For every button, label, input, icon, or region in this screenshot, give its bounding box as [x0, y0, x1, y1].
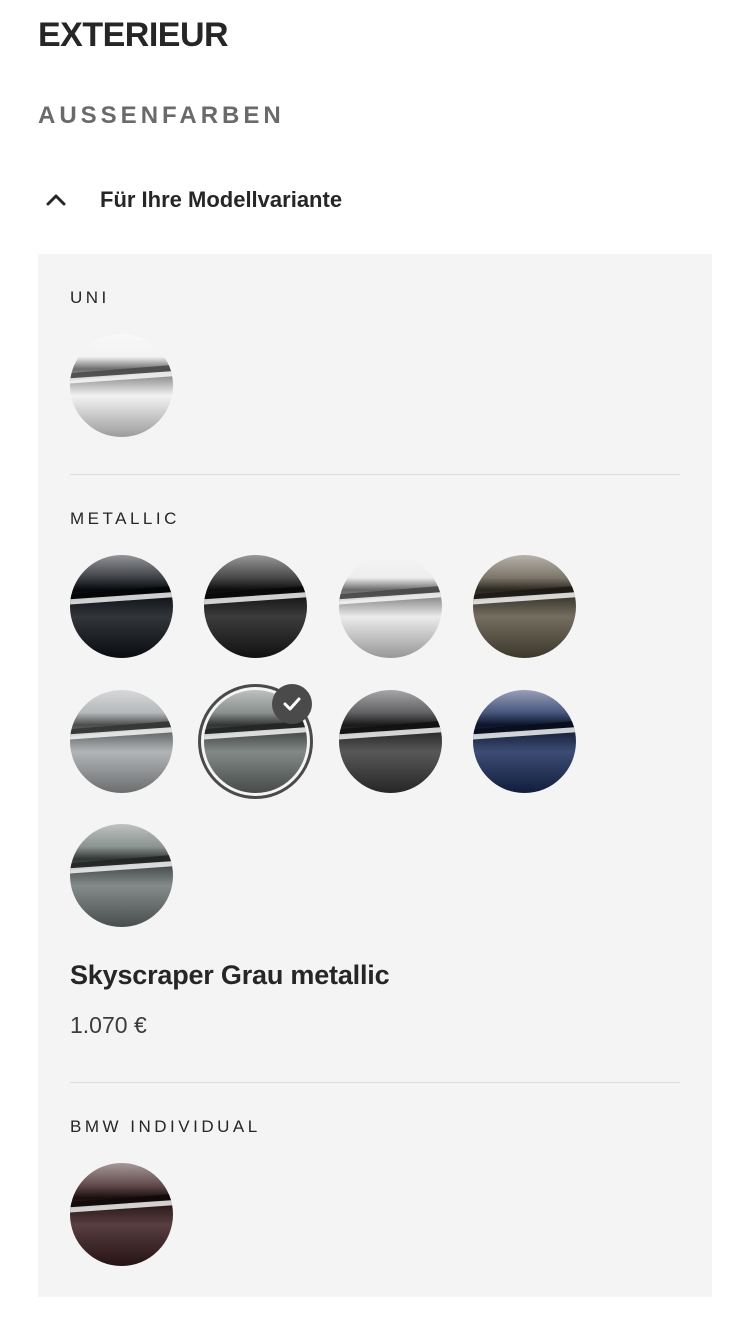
group-label-individual: BMW INDIVIDUAL — [70, 1117, 261, 1136]
swatch-brooklyn-grey[interactable] — [70, 690, 173, 793]
selected-color-name: Skyscraper Grau metallic — [70, 960, 390, 990]
section-title: AUSSENFARBEN — [38, 102, 285, 129]
color-options-panel: UNI METALLIC Skyscraper Grau metallic 1.… — [38, 254, 712, 1297]
page-title: EXTERIEUR — [38, 16, 229, 54]
group-label-metallic: METALLIC — [70, 509, 180, 528]
accordion-model-variant[interactable]: Für Ihre Modellvariante — [38, 172, 712, 228]
selected-color-price: 1.070 € — [70, 1012, 147, 1038]
swatch-portimao-blue[interactable] — [473, 690, 576, 793]
swatch-dravit-grey[interactable] — [339, 690, 442, 793]
swatch-black-sapphire[interactable] — [70, 555, 173, 658]
check-icon — [272, 684, 312, 724]
accordion-label: Für Ihre Modellvariante — [100, 187, 343, 212]
swatch-carbon-black[interactable] — [204, 555, 307, 658]
chevron-up-icon — [36, 180, 76, 220]
divider — [70, 474, 680, 475]
swatch-sage-grey[interactable] — [70, 824, 173, 927]
swatch-mineral-white[interactable] — [339, 555, 442, 658]
divider — [70, 1082, 680, 1083]
group-label-uni: UNI — [70, 288, 110, 307]
swatch-individual-red[interactable] — [70, 1163, 173, 1266]
swatch-uni-white[interactable] — [70, 334, 173, 437]
swatch-olive-bronze[interactable] — [473, 555, 576, 658]
